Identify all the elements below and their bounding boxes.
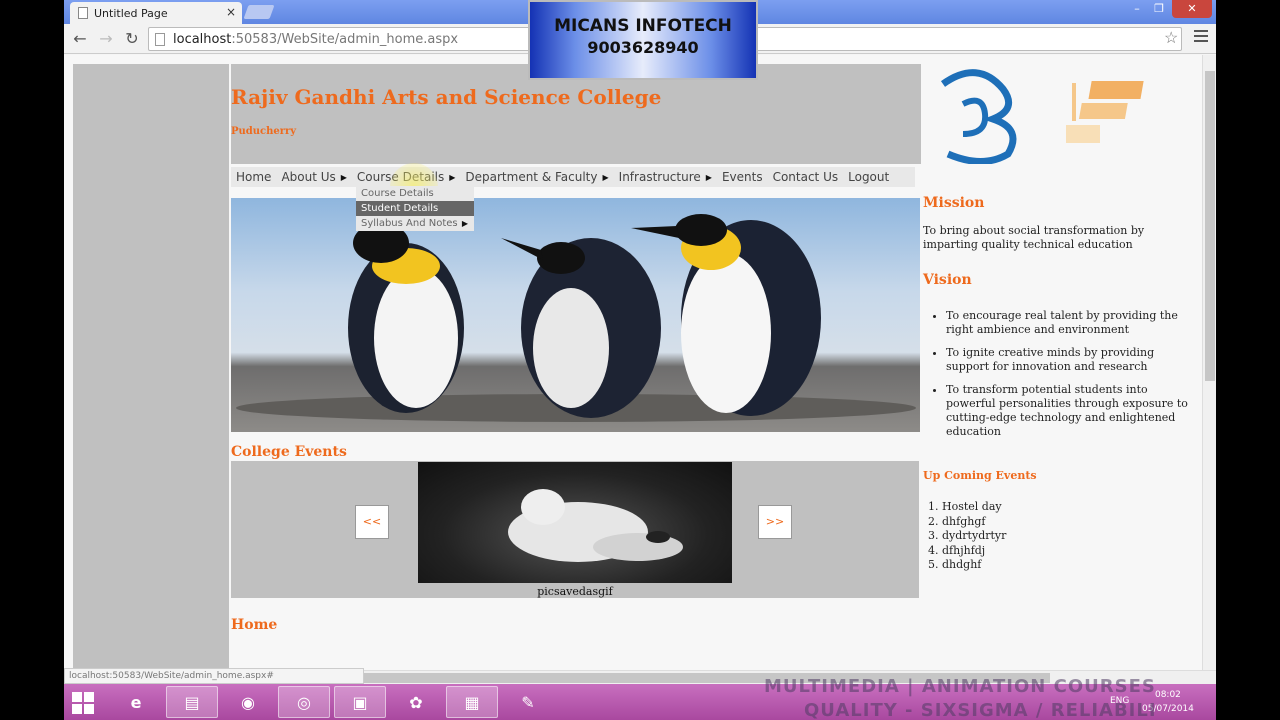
next-slide-button[interactable]: >> (758, 505, 792, 539)
upcoming-events-list: Hostel day dhfghgf dydrtydrtyr dfhjhfdj … (942, 500, 1006, 573)
event-slide-image (418, 462, 732, 583)
vision-item: To encourage real talent by providing th… (946, 309, 1196, 337)
close-window-button[interactable]: ✕ (1172, 0, 1212, 18)
vision-item: To transform potential students into pow… (946, 383, 1196, 439)
tab-title: Untitled Page (94, 6, 168, 20)
course-details-submenu: Course Details Student Details Syllabus … (356, 186, 474, 231)
visual-studio-icon[interactable]: ▣ (334, 686, 386, 718)
menu-label: Department & Faculty (465, 170, 598, 184)
upcoming-event-item: Hostel day (942, 500, 1006, 515)
vertical-scrollbar[interactable] (1202, 55, 1216, 670)
banner-phone: 9003628940 (587, 38, 699, 57)
college-city: Puducherry (231, 126, 297, 137)
decorative-logo-icon (1066, 81, 1144, 143)
submenu-arrow-icon: ▶ (461, 219, 468, 228)
internet-explorer-icon[interactable]: e (110, 686, 162, 718)
mission-text: To bring about social transformation by … (923, 224, 1145, 251)
vertical-scroll-thumb[interactable] (1205, 71, 1215, 381)
upcoming-event-item: dhdghf (942, 558, 1006, 573)
tab-close-icon[interactable]: × (226, 5, 236, 19)
penguins-illustration (236, 214, 916, 422)
menu-label: Infrastructure (618, 170, 701, 184)
upcoming-event-item: dydrtydrtyr (942, 529, 1006, 544)
college-events-title: College Events (231, 444, 347, 460)
banner-company: MICANS INFOTECH (554, 16, 732, 36)
app-icon[interactable]: ✿ (390, 686, 442, 718)
submenu-arrow-icon: ▶ (449, 172, 456, 182)
overlay-watermark-text: MULTIMEDIA | ANIMATION COURSES (764, 676, 1156, 697)
vision-item: To ignite creative minds by providing su… (946, 346, 1196, 374)
mission-heading: Mission (923, 195, 985, 211)
submenu-arrow-icon: ▶ (602, 172, 609, 182)
calculator-icon[interactable]: ▦ (446, 686, 498, 718)
menu-about-us[interactable]: About Us ▶ (276, 170, 351, 184)
slide-caption: picsavedasgif (537, 585, 613, 598)
forward-arrow-icon[interactable]: → (96, 29, 116, 49)
banner-image-penguins (231, 198, 920, 432)
back-arrow-icon[interactable]: ← (70, 29, 90, 49)
college-logo-icon (940, 69, 1017, 164)
bird-illustration (508, 489, 683, 562)
url-path: :50583/WebSite/admin_home.aspx (231, 31, 459, 47)
chrome-menu-icon[interactable] (1194, 30, 1208, 44)
screen-frame: Untitled Page × – ❐ ✕ ← → ↻ localhost:50… (64, 0, 1216, 720)
submenu-course-details[interactable]: Course Details (356, 186, 474, 201)
status-bar: localhost:50583/WebSite/admin_home.aspx# (64, 668, 364, 684)
tools-icon[interactable]: ✎ (502, 686, 554, 718)
submenu-syllabus-notes[interactable]: Syllabus And Notes ▶ (356, 216, 474, 231)
submenu-student-details[interactable]: Student Details (356, 201, 474, 216)
submenu-label: Syllabus And Notes (361, 218, 458, 229)
windows-start-icon[interactable] (72, 692, 94, 714)
left-sidebar (73, 64, 229, 670)
overlay-watermark-text: QUALITY - SIXSIGMA / RELIABILI (804, 700, 1157, 720)
vision-list: To encourage real talent by providing th… (946, 309, 1196, 448)
bookmark-star-icon[interactable]: ☆ (1164, 28, 1178, 47)
upcoming-event-item: dfhjhfdj (942, 544, 1006, 559)
page-viewport: Rajiv Gandhi Arts and Science College Pu… (64, 55, 1216, 670)
reload-icon[interactable]: ↻ (122, 29, 142, 49)
menu-department-faculty[interactable]: Department & Faculty ▶ (460, 170, 613, 184)
menu-label: Logout (848, 170, 890, 184)
prev-slide-button[interactable]: << (355, 505, 389, 539)
college-title: Rajiv Gandhi Arts and Science College (231, 85, 662, 109)
main-menu: Home About Us▶ Course Details▶ Departmen… (231, 167, 915, 187)
browser-tab[interactable]: Untitled Page × (70, 2, 242, 24)
page-info-icon (155, 32, 165, 46)
upcoming-events-heading: Up Coming Events (923, 469, 1037, 482)
menu-events[interactable]: Events (717, 170, 768, 184)
submenu-arrow-icon: ▶ (340, 172, 347, 182)
firefox-icon[interactable]: ◉ (222, 686, 274, 718)
menu-infrastructure[interactable]: Infrastructure ▶ (614, 170, 717, 184)
minimize-button[interactable]: – (1126, 0, 1148, 18)
file-explorer-icon[interactable]: ▤ (166, 686, 218, 718)
maximize-button[interactable]: ❐ (1148, 0, 1170, 18)
url-host: localhost (173, 31, 232, 47)
menu-label: Home (236, 170, 272, 184)
menu-label: Contact Us (772, 170, 839, 184)
menu-logout[interactable]: Logout (843, 170, 894, 184)
new-tab-button[interactable] (243, 5, 275, 19)
home-heading: Home (231, 617, 278, 633)
menu-contact-us[interactable]: Contact Us (768, 170, 844, 184)
vision-heading: Vision (923, 272, 972, 288)
submenu-arrow-icon: ▶ (705, 172, 712, 182)
watermark-banner: MICANS INFOTECH 9003628940 (528, 0, 758, 80)
menu-label: Events (721, 170, 763, 184)
menu-home[interactable]: Home (231, 170, 276, 184)
page-icon (78, 7, 88, 19)
chrome-icon[interactable]: ◎ (278, 686, 330, 718)
upcoming-event-item: dhfghgf (942, 515, 1006, 530)
menu-label: About Us (281, 170, 336, 184)
